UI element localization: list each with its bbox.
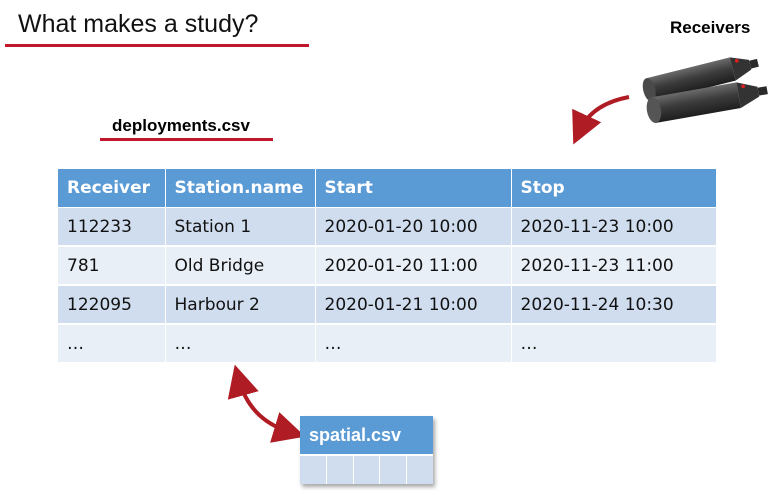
receiver-devices-image bbox=[642, 57, 768, 123]
spatial-grid-cells bbox=[300, 454, 433, 484]
spatial-cell bbox=[407, 456, 433, 484]
table-cell: 2020-11-23 11:00 bbox=[511, 246, 716, 286]
table-cell: 2020-11-24 10:30 bbox=[511, 285, 716, 325]
spatial-cell bbox=[380, 456, 408, 484]
column-header-station-name: Station.name bbox=[165, 169, 316, 208]
deployments-table: Receiver Station.name Start Stop 112233 … bbox=[58, 169, 716, 364]
table-cell: 2020-01-20 10:00 bbox=[315, 207, 512, 247]
table-cell: 112233 bbox=[58, 207, 166, 247]
table-cell: 2020-11-23 10:00 bbox=[511, 207, 716, 247]
deployments-file-label: deployments.csv bbox=[112, 116, 250, 135]
spatial-cell bbox=[353, 456, 381, 484]
table-row: 781 Old Bridge 2020-01-20 11:00 2020-11-… bbox=[58, 246, 716, 286]
table-cell: … bbox=[58, 324, 166, 364]
table-cell: … bbox=[511, 324, 716, 364]
table-cell: Harbour 2 bbox=[165, 285, 316, 325]
table-cell: 122095 bbox=[58, 285, 166, 325]
table-cell: … bbox=[165, 324, 316, 364]
spatial-table-icon: spatial.csv bbox=[300, 416, 433, 484]
column-header-stop: Stop bbox=[511, 169, 716, 208]
column-header-receiver: Receiver bbox=[58, 169, 166, 208]
slide-title: What makes a study? bbox=[18, 10, 259, 38]
table-row: 122095 Harbour 2 2020-01-21 10:00 2020-1… bbox=[58, 285, 716, 325]
table-row: 112233 Station 1 2020-01-20 10:00 2020-1… bbox=[58, 207, 716, 247]
table-header-row: Receiver Station.name Start Stop bbox=[58, 169, 716, 208]
table-cell: Old Bridge bbox=[165, 246, 316, 286]
spatial-cell bbox=[326, 456, 354, 484]
table-cell: 2020-01-20 11:00 bbox=[315, 246, 512, 286]
spatial-cell bbox=[300, 456, 327, 484]
table-cell: 781 bbox=[58, 246, 166, 286]
table-cell: 2020-01-21 10:00 bbox=[315, 285, 512, 325]
title-underline bbox=[5, 44, 309, 47]
receivers-label: Receivers bbox=[670, 18, 751, 37]
table-row: … … … … bbox=[58, 324, 716, 364]
table-spatial-link-arrow-icon bbox=[227, 364, 306, 443]
table-cell: … bbox=[315, 324, 512, 364]
table-cell: Station 1 bbox=[165, 207, 316, 247]
spatial-file-label: spatial.csv bbox=[300, 416, 433, 454]
deployments-label-underline bbox=[100, 138, 273, 141]
receivers-to-table-arrow-icon bbox=[572, 95, 630, 145]
column-header-start: Start bbox=[315, 169, 512, 208]
